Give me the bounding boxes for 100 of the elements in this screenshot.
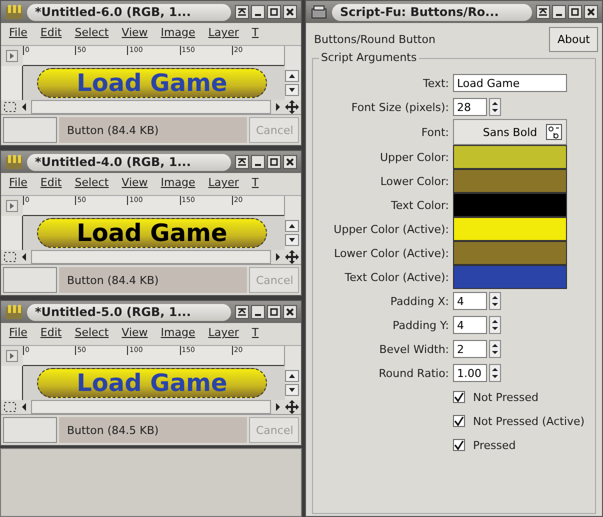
- scroll-up-icon[interactable]: [285, 70, 299, 82]
- field-label: Padding Y:: [392, 318, 449, 332]
- color-swatch[interactable]: [453, 217, 567, 241]
- menu-item[interactable]: Select: [74, 26, 109, 42]
- move-icon[interactable]: [285, 400, 299, 414]
- menu-item[interactable]: Image: [160, 176, 196, 192]
- scroll-up-icon[interactable]: [285, 370, 299, 382]
- spin-arrows-icon[interactable]: [489, 316, 501, 334]
- status-field: [3, 417, 57, 443]
- status-field: [3, 117, 57, 143]
- play-icon[interactable]: [6, 350, 18, 362]
- menu-item[interactable]: Layer: [208, 26, 239, 42]
- selection-icon[interactable]: [3, 401, 17, 413]
- close-icon[interactable]: [283, 155, 297, 169]
- color-swatch[interactable]: [453, 169, 567, 193]
- spin-arrows-icon[interactable]: [489, 340, 501, 358]
- shade-icon[interactable]: [235, 305, 249, 319]
- menu-item[interactable]: T: [252, 176, 259, 192]
- app-icon: [310, 4, 328, 20]
- shade-icon[interactable]: [235, 5, 249, 19]
- number-field[interactable]: 4: [453, 292, 487, 310]
- menu-item[interactable]: Edit: [40, 326, 62, 342]
- status-text: Button (84.4 KB): [59, 267, 247, 293]
- spin-arrows-icon[interactable]: [489, 364, 501, 382]
- scroll-right-icon[interactable]: [273, 251, 283, 263]
- text-field[interactable]: Load Game: [453, 74, 567, 92]
- spin-arrows-icon[interactable]: [489, 98, 501, 116]
- font-icon: [546, 124, 562, 140]
- menu-item[interactable]: Layer: [208, 176, 239, 192]
- menu-item[interactable]: Select: [74, 326, 109, 342]
- minimize-icon[interactable]: [552, 5, 566, 19]
- number-field[interactable]: 2: [453, 340, 487, 358]
- scrollbar[interactable]: [31, 100, 271, 114]
- number-field[interactable]: 1.00: [453, 364, 487, 382]
- field-label: Upper Color (Active):: [332, 222, 449, 236]
- close-icon[interactable]: [283, 5, 297, 19]
- window-title: *Untitled-4.0 (RGB, 1...: [27, 154, 231, 170]
- menu-item[interactable]: Select: [74, 176, 109, 192]
- maximize-icon[interactable]: [267, 5, 281, 19]
- selection-icon[interactable]: [3, 101, 17, 113]
- maximize-icon[interactable]: [568, 5, 582, 19]
- field-label: Text Color (Active):: [344, 270, 449, 284]
- shade-icon[interactable]: [235, 155, 249, 169]
- scroll-right-icon[interactable]: [273, 401, 283, 413]
- scroll-up-icon[interactable]: [285, 220, 299, 232]
- maximize-icon[interactable]: [267, 305, 281, 319]
- menu-item[interactable]: File: [9, 176, 28, 192]
- button-label: Load Game: [76, 221, 228, 245]
- color-swatch[interactable]: [453, 241, 567, 265]
- minimize-icon[interactable]: [251, 155, 265, 169]
- menu-item[interactable]: Layer: [208, 326, 239, 342]
- menu-item[interactable]: T: [252, 326, 259, 342]
- play-icon[interactable]: [6, 200, 18, 212]
- minimize-icon[interactable]: [251, 305, 265, 319]
- checkbox[interactable]: [453, 415, 465, 427]
- menu-item[interactable]: Edit: [40, 26, 62, 42]
- field-label: Lower Color:: [379, 174, 449, 188]
- scroll-down-icon[interactable]: [285, 84, 299, 96]
- color-swatch[interactable]: [453, 265, 567, 289]
- checkbox-label: Not Pressed (Active): [473, 414, 585, 428]
- field-label: Text Color:: [390, 198, 449, 212]
- number-field[interactable]: 4: [453, 316, 487, 334]
- scroll-down-icon[interactable]: [285, 234, 299, 246]
- number-field[interactable]: 28: [453, 98, 487, 116]
- spin-arrows-icon[interactable]: [489, 292, 501, 310]
- selection-icon[interactable]: [3, 251, 17, 263]
- group-title: Script Arguments: [319, 51, 419, 64]
- field-label: Lower Color (Active):: [333, 246, 449, 260]
- vertical-ruler: [1, 66, 23, 100]
- font-button[interactable]: Sans Bold: [453, 119, 567, 145]
- scrollbar[interactable]: [31, 400, 271, 414]
- dialog-heading: Buttons/Round Button: [314, 33, 436, 46]
- field-label: Font Size (pixels):: [350, 100, 449, 114]
- minimize-icon[interactable]: [251, 5, 265, 19]
- close-icon[interactable]: [283, 305, 297, 319]
- play-icon[interactable]: [6, 50, 18, 62]
- shade-icon[interactable]: [536, 5, 550, 19]
- scroll-down-icon[interactable]: [285, 384, 299, 396]
- color-swatch[interactable]: [453, 193, 567, 217]
- status-text: Button (84.4 KB): [59, 117, 247, 143]
- menu-item[interactable]: View: [122, 26, 148, 42]
- move-icon[interactable]: [285, 250, 299, 264]
- menu-item[interactable]: View: [122, 176, 148, 192]
- menu-item[interactable]: T: [252, 26, 259, 42]
- maximize-icon[interactable]: [267, 155, 281, 169]
- checkbox[interactable]: [453, 391, 465, 403]
- menu-item[interactable]: File: [9, 326, 28, 342]
- menu-item[interactable]: Edit: [40, 176, 62, 192]
- scroll-right-icon[interactable]: [273, 101, 283, 113]
- scrollbar[interactable]: [31, 250, 271, 264]
- menu-item[interactable]: File: [9, 26, 28, 42]
- color-swatch[interactable]: [453, 145, 567, 169]
- menu-item[interactable]: Image: [160, 326, 196, 342]
- menu-item[interactable]: Image: [160, 26, 196, 42]
- move-icon[interactable]: [285, 100, 299, 114]
- checkbox[interactable]: [453, 439, 465, 451]
- close-icon[interactable]: [584, 5, 598, 19]
- menu-item[interactable]: View: [122, 326, 148, 342]
- about-button[interactable]: About: [549, 27, 598, 52]
- app-icon: [5, 304, 23, 320]
